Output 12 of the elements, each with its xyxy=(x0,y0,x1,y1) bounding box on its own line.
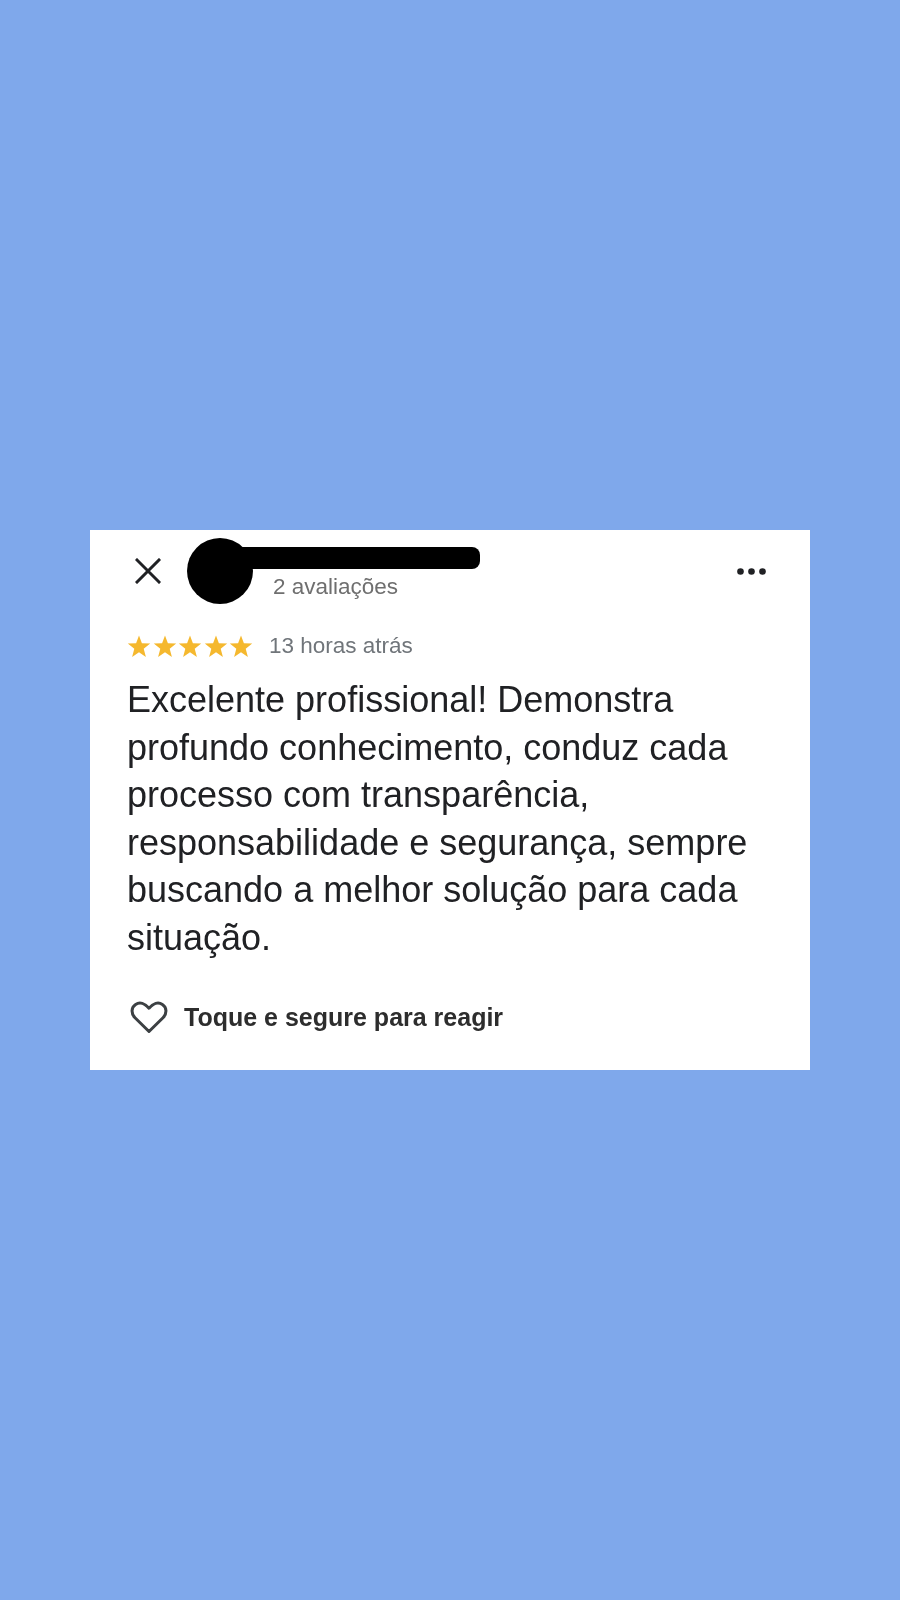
more-options-icon[interactable] xyxy=(737,567,766,575)
star-icon xyxy=(229,634,253,658)
star-icon xyxy=(152,634,177,658)
review-time: 13 horas atrás xyxy=(269,633,413,659)
star-icon xyxy=(178,634,202,658)
star-icon xyxy=(203,634,228,658)
heart-icon[interactable] xyxy=(130,1001,168,1034)
reaction-hint: Toque e segure para reagir xyxy=(184,1003,504,1032)
close-icon[interactable] xyxy=(135,558,161,584)
star-icon xyxy=(127,634,151,658)
review-text: Excelente profissional! Demonstra profundo conhecimento, conduz cada processo com transparência, responsabilidade e segurança, sempre buscando a melhor solução para cada situação. xyxy=(127,678,749,960)
review-count: 2 avaliações xyxy=(273,574,399,600)
